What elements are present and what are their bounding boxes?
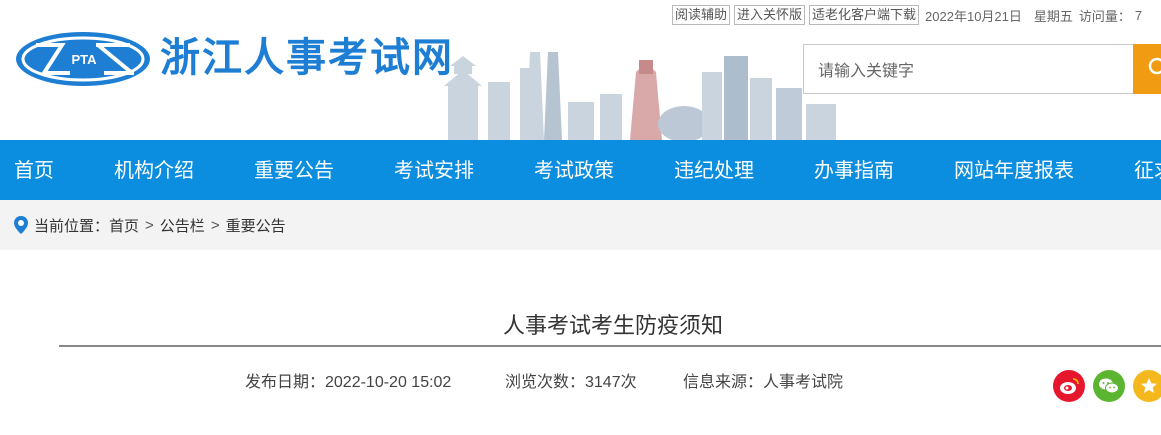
- title-divider: [59, 345, 1161, 347]
- nav-home[interactable]: 首页: [14, 140, 54, 200]
- favorite-icon: [1141, 378, 1157, 393]
- breadcrumb-home[interactable]: 首页: [109, 215, 139, 236]
- view-count: 浏览次数：3147次: [505, 374, 637, 391]
- search-icon: [1148, 57, 1161, 75]
- info-source: 信息来源：人事考试院: [683, 374, 844, 391]
- nav-solicitation[interactable]: 征求: [1134, 140, 1161, 200]
- nav-announcements[interactable]: 重要公告: [254, 140, 334, 200]
- pta-logo[interactable]: PTA: [14, 30, 152, 88]
- nav-violations[interactable]: 违纪处理: [674, 140, 754, 200]
- site-title[interactable]: 浙江人事考试网: [160, 32, 454, 84]
- breadcrumb-bulletin[interactable]: 公告栏: [160, 215, 205, 236]
- share-weibo-button[interactable]: [1053, 370, 1085, 402]
- share-favorite-button[interactable]: [1133, 370, 1161, 402]
- nav-guide[interactable]: 办事指南: [814, 140, 894, 200]
- logo-text: PTA: [71, 52, 97, 67]
- breadcrumb-current[interactable]: 重要公告: [226, 215, 286, 236]
- breadcrumb: 当前位置： 首页 > 公告栏 > 重要公告: [0, 200, 1161, 250]
- site-header: PTA 浙江人事考试网 请输入关键字: [0, 0, 1161, 140]
- wechat-icon: [1099, 378, 1119, 394]
- nav-about[interactable]: 机构介绍: [114, 140, 194, 200]
- share-wechat-button[interactable]: [1093, 370, 1125, 402]
- breadcrumb-separator: >: [145, 216, 154, 234]
- search-button[interactable]: [1133, 44, 1161, 94]
- nav-exam-schedule[interactable]: 考试安排: [394, 140, 474, 200]
- breadcrumb-separator: >: [210, 216, 220, 234]
- nav-exam-policy[interactable]: 考试政策: [534, 140, 614, 200]
- breadcrumb-prefix: 当前位置：: [34, 217, 110, 235]
- main-nav: 首页 机构介绍 重要公告 考试安排 考试政策 违纪处理 办事指南 网站年度报表 …: [0, 140, 1161, 200]
- location-pin-icon: [14, 216, 28, 234]
- weibo-icon: [1060, 378, 1079, 394]
- article-title: 人事考试考生防疫须知: [502, 314, 723, 339]
- city-skyline-illustration: [444, 52, 836, 140]
- nav-annual-report[interactable]: 网站年度报表: [954, 140, 1074, 200]
- publish-date: 发布日期：2022-10-20 15:02: [245, 374, 452, 391]
- search-input[interactable]: 请输入关键字: [803, 44, 1133, 94]
